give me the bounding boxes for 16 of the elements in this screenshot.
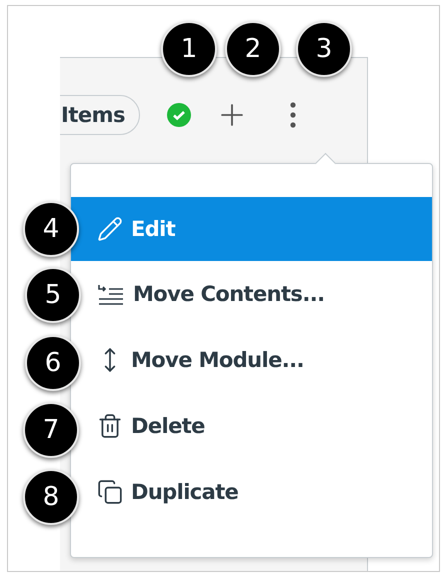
- number-callout-tooltip: 6: [25, 335, 81, 391]
- number-callout-tooltip: 3: [296, 21, 352, 77]
- number-callout-tooltip: 2: [225, 21, 281, 77]
- published-check-icon[interactable]: [166, 103, 191, 127]
- pencil-icon: [97, 216, 123, 242]
- number-callout-tooltip: 1: [161, 21, 217, 77]
- menu-item[interactable]: Edit: [71, 197, 432, 261]
- number-callout-tooltip: 4: [23, 201, 79, 257]
- number-callout-tooltip: 5: [25, 267, 81, 323]
- copy-icon: [97, 479, 123, 505]
- items-button[interactable]: Items: [60, 95, 140, 135]
- indent-icon: [97, 283, 125, 305]
- vertical-dots-icon[interactable]: [290, 102, 296, 128]
- number-callout-tooltip: 8: [23, 469, 79, 525]
- trash-icon: [97, 413, 123, 439]
- number-callout-tooltip: 7: [23, 402, 79, 458]
